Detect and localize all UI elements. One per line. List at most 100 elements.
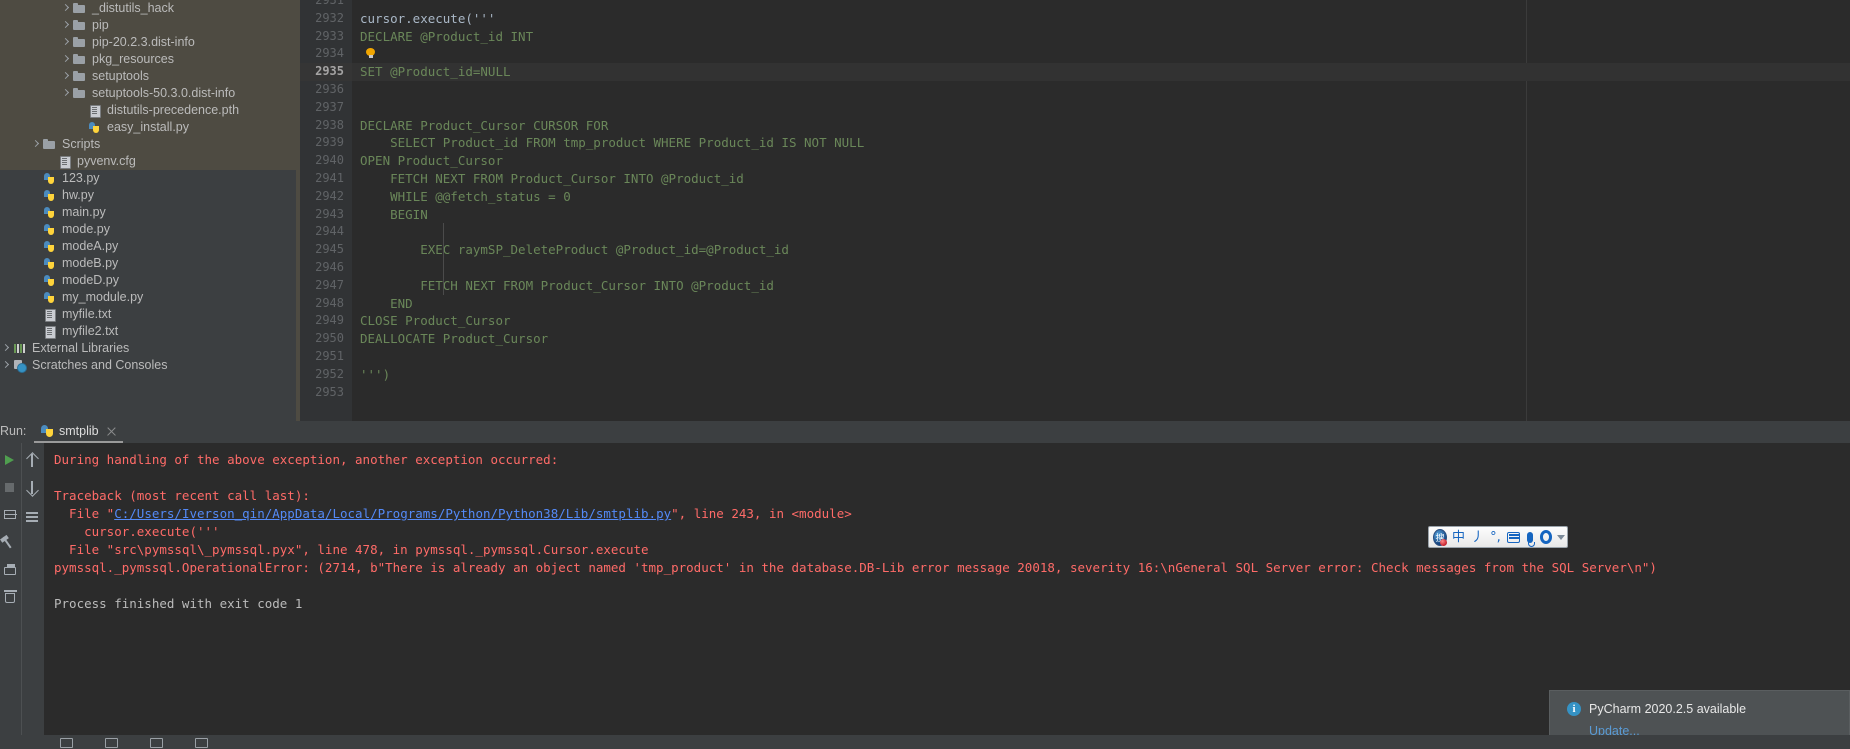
line-number: 2944 bbox=[315, 224, 344, 239]
tree-item-mode-py[interactable]: mode.py bbox=[0, 221, 296, 238]
ime-moon-mode[interactable]: 丿 bbox=[1471, 531, 1484, 544]
line-number: 2953 bbox=[315, 384, 344, 399]
code-line: DECLARE @Product_id INT bbox=[360, 28, 534, 44]
tree-item-label: modeA.py bbox=[62, 239, 119, 253]
editor-code-area[interactable]: cursor.execute(''' DECLARE @Product_id IN… bbox=[352, 0, 1850, 421]
chevron-right-icon[interactable] bbox=[0, 360, 11, 371]
code-line: OPEN Product_Cursor bbox=[360, 153, 503, 169]
editor-gutter[interactable]: 2931 2932 2933 2934 2935 2936 2937 2938 2939 2940… bbox=[300, 0, 352, 421]
caret-row-highlight bbox=[352, 63, 1850, 81]
mic-icon[interactable] bbox=[1526, 531, 1535, 547]
intention-bulb-icon[interactable] bbox=[365, 48, 376, 59]
gear-icon[interactable] bbox=[1539, 530, 1552, 544]
tree-item-moded-py[interactable]: modeD.py bbox=[0, 272, 296, 289]
python-icon bbox=[42, 188, 57, 203]
tree-item-label: pyvenv.cfg bbox=[77, 154, 136, 168]
chevron-right-icon[interactable] bbox=[60, 71, 71, 82]
code-line: END bbox=[360, 295, 413, 311]
tree-item-label: my_module.py bbox=[62, 290, 144, 304]
tree-item-label: pkg_resources bbox=[92, 52, 174, 66]
stop-square-icon bbox=[5, 483, 14, 492]
show-in-console-button[interactable] bbox=[0, 503, 20, 526]
pin-tab-button[interactable] bbox=[0, 531, 20, 554]
tree-item-main-py[interactable]: main.py bbox=[0, 204, 296, 221]
tree-item-pkg-resources[interactable]: pkg_resources bbox=[0, 51, 296, 68]
ime-toolbar[interactable]: 搜 中 丿 °, bbox=[1428, 526, 1568, 548]
tree-item-pyvenv-cfg[interactable]: pyvenv.cfg bbox=[0, 153, 296, 170]
chevron-right-icon[interactable] bbox=[60, 54, 71, 65]
caret-icon[interactable] bbox=[1557, 534, 1565, 540]
tree-item-easy-install-py[interactable]: easy_install.py bbox=[0, 119, 296, 136]
console-line: During handling of the above exception, … bbox=[54, 452, 559, 467]
soft-wrap-button[interactable] bbox=[22, 505, 42, 528]
line-number: 2932 bbox=[315, 10, 344, 25]
code-line: DECLARE Product_Cursor CURSOR FOR bbox=[360, 117, 609, 133]
tree-item-hw-py[interactable]: hw.py bbox=[0, 187, 296, 204]
tree-item-modea-py[interactable]: modeA.py bbox=[0, 238, 296, 255]
python-console-icon[interactable] bbox=[105, 737, 118, 748]
tree-item-my-module-py[interactable]: my_module.py bbox=[0, 289, 296, 306]
ime-logo-icon[interactable]: 搜 bbox=[1433, 528, 1448, 546]
pin-icon bbox=[2, 536, 12, 549]
code-editor[interactable]: 2931 2932 2933 2934 2935 2936 2937 2938 2939 2940… bbox=[296, 0, 1850, 421]
file-icon bbox=[87, 103, 102, 118]
next-occurrence-button[interactable] bbox=[22, 476, 42, 499]
project-tool-window[interactable]: _distutils_hackpip pip-20.2.3.dist-info pk… bbox=[0, 0, 296, 421]
code-line: FETCH NEXT FROM Product_Cursor INTO @Pro… bbox=[360, 277, 774, 293]
tree-item-setuptools-50-3-0-dist-info[interactable]: setuptools-50.3.0.dist-info bbox=[0, 85, 296, 102]
tree-item-distutils-precedence-pth[interactable]: distutils-precedence.pth bbox=[0, 102, 296, 119]
console-line: cursor.execute(''' bbox=[54, 524, 220, 539]
ime-language-mode[interactable]: 中 bbox=[1452, 531, 1465, 544]
console-traceback-file-line[interactable]: File "C:/Users/Iverson_qin/AppData/Local… bbox=[54, 505, 852, 523]
run-tab-smtplib[interactable]: smtplib bbox=[34, 421, 123, 443]
print-button[interactable] bbox=[0, 560, 20, 583]
rerun-button[interactable] bbox=[0, 449, 20, 472]
tree-item-scripts[interactable]: Scripts bbox=[0, 136, 296, 153]
tree-item-modeb-py[interactable]: modeB.py bbox=[0, 255, 296, 272]
tree-item-myfile-txt[interactable]: myfile.txt bbox=[0, 306, 296, 323]
tree-item-scratches-and-consoles[interactable]: Scratches and Consoles bbox=[0, 357, 296, 374]
code-line: SELECT Product_id FROM tmp_product WHERE… bbox=[360, 135, 865, 151]
tree-item-label: modeB.py bbox=[62, 256, 119, 270]
run-toolbar-primary[interactable] bbox=[0, 443, 20, 749]
tree-item-myfile2-txt[interactable]: myfile2.txt bbox=[0, 323, 296, 340]
folder-icon bbox=[72, 35, 87, 50]
info-icon: i bbox=[1567, 702, 1581, 716]
tree-item-setuptools[interactable]: setuptools bbox=[0, 68, 296, 85]
run-toolbar-secondary[interactable] bbox=[21, 443, 43, 749]
tree-item-123-py[interactable]: 123.py bbox=[0, 170, 296, 187]
chevron-right-icon[interactable] bbox=[30, 139, 41, 150]
bottom-tool-window-buttons[interactable] bbox=[60, 735, 208, 749]
chevron-right-icon[interactable] bbox=[60, 37, 71, 48]
console-file-link[interactable]: C:/Users/Iverson_qin/AppData/Local/Progr… bbox=[114, 506, 671, 521]
close-icon[interactable] bbox=[106, 426, 117, 437]
python-icon bbox=[40, 424, 54, 438]
line-number: 2941 bbox=[315, 171, 344, 185]
file-icon bbox=[57, 154, 72, 169]
prev-occurrence-button[interactable] bbox=[22, 449, 42, 472]
tree-item-pip[interactable]: pip bbox=[0, 17, 296, 34]
todo-window-icon[interactable] bbox=[150, 737, 163, 748]
folder-icon bbox=[72, 52, 87, 67]
chevron-right-icon[interactable] bbox=[60, 20, 71, 31]
tree-item-label: Scratches and Consoles bbox=[32, 358, 168, 372]
status-bar bbox=[0, 735, 1850, 749]
tree-item-label: _distutils_hack bbox=[92, 1, 174, 15]
tree-item--distutils-hack[interactable]: _distutils_hack bbox=[0, 0, 296, 17]
chevron-right-icon[interactable] bbox=[60, 88, 71, 99]
clear-all-button[interactable] bbox=[0, 586, 20, 609]
chevron-right-icon[interactable] bbox=[0, 343, 11, 354]
keyboard-icon[interactable] bbox=[1506, 531, 1521, 543]
problems-window-icon[interactable] bbox=[195, 737, 208, 748]
chevron-right-icon[interactable] bbox=[60, 3, 71, 14]
stop-button[interactable] bbox=[0, 476, 20, 499]
tree-item-external-libraries[interactable]: External Libraries bbox=[0, 340, 296, 357]
ime-punctuation-mode[interactable]: °, bbox=[1490, 531, 1501, 544]
terminal-window-icon[interactable] bbox=[60, 737, 73, 748]
tree-item-pip-20-2-3-dist-info[interactable]: pip-20.2.3.dist-info bbox=[0, 34, 296, 51]
line-number: 2942 bbox=[315, 188, 344, 203]
